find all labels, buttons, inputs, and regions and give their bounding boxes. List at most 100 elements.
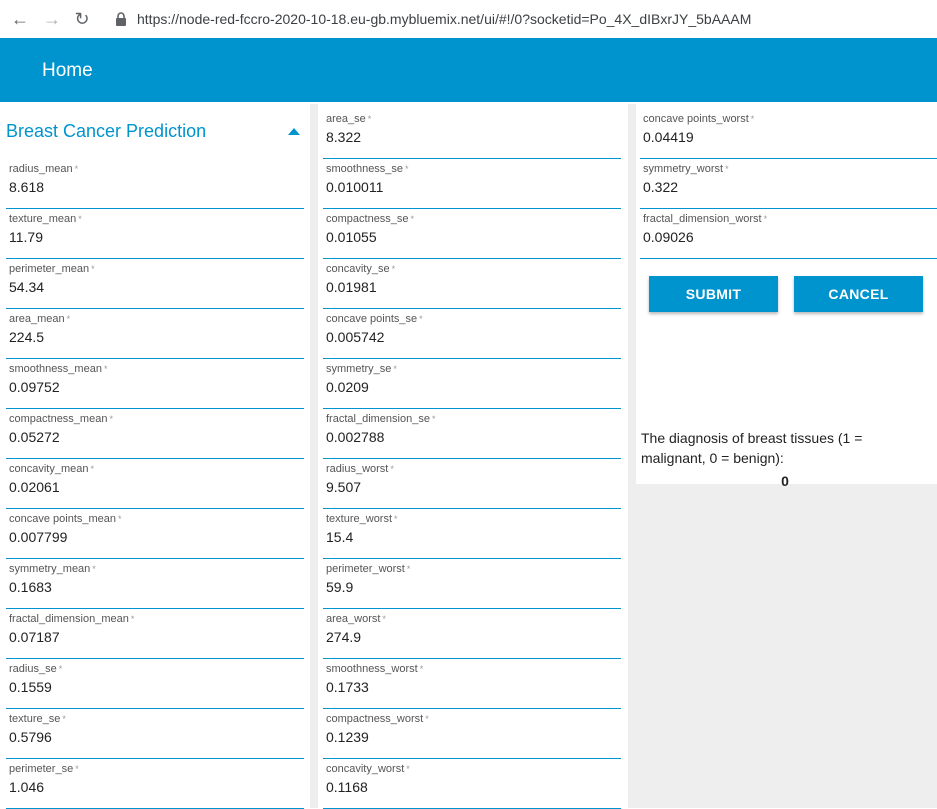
group-header[interactable]: Breast Cancer Prediction: [6, 118, 306, 144]
field-value[interactable]: 0.0209: [326, 379, 369, 395]
field-value[interactable]: 0.007799: [9, 529, 67, 545]
field-value[interactable]: 0.1683: [9, 579, 52, 595]
field-value[interactable]: 0.01055: [326, 229, 377, 245]
input-field-concave-points_worst[interactable]: concave points_worst * 0.04419: [640, 113, 937, 159]
input-field-symmetry_mean[interactable]: symmetry_mean * 0.1683: [6, 563, 304, 609]
field-label: fractal_dimension_worst *: [643, 213, 768, 225]
input-field-compactness_mean[interactable]: compactness_mean * 0.05272: [6, 413, 304, 459]
field-value[interactable]: 8.322: [326, 129, 361, 145]
field-label: area_worst *: [326, 613, 386, 625]
input-field-concave-points_se[interactable]: concave points_se * 0.005742: [323, 313, 621, 359]
field-value[interactable]: 224.5: [9, 329, 44, 345]
required-mark: *: [382, 614, 386, 624]
field-value[interactable]: 0.05272: [9, 429, 60, 445]
field-underline: [6, 508, 304, 509]
field-value[interactable]: 0.09026: [643, 229, 694, 245]
required-mark: *: [66, 314, 71, 324]
reload-icon[interactable]: ↻: [70, 7, 94, 31]
input-field-symmetry_se[interactable]: symmetry_se * 0.0209: [323, 363, 621, 409]
field-value[interactable]: 59.9: [326, 579, 353, 595]
input-field-radius_mean[interactable]: radius_mean * 8.618: [6, 163, 304, 209]
input-field-area_worst[interactable]: area_worst * 274.9: [323, 613, 621, 659]
required-mark: *: [58, 664, 63, 674]
required-mark: *: [725, 164, 729, 174]
field-value[interactable]: 0.07187: [9, 629, 60, 645]
field-label: concave points_worst *: [643, 113, 755, 125]
input-field-smoothness_worst[interactable]: smoothness_worst * 0.1733: [323, 663, 621, 709]
form-column-1: Breast Cancer Prediction radius_mean * 8.6…: [0, 104, 310, 809]
field-underline: [6, 258, 304, 259]
submit-button[interactable]: SUBMIT: [649, 276, 778, 312]
result-description: The diagnosis of breast tissues (1 = mal…: [641, 430, 863, 466]
required-mark: *: [425, 714, 429, 724]
required-mark: *: [419, 314, 423, 324]
field-underline: [640, 258, 937, 259]
input-field-smoothness_se[interactable]: smoothness_se * 0.010011: [323, 163, 621, 209]
required-mark: *: [109, 414, 113, 424]
input-field-area_mean[interactable]: area_mean * 224.5: [6, 313, 304, 359]
input-field-compactness_worst[interactable]: compactness_worst * 0.1239: [323, 713, 621, 759]
field-label: texture_se *: [9, 713, 66, 725]
page-title: Home: [42, 60, 93, 81]
required-mark: *: [118, 514, 122, 524]
required-mark: *: [90, 464, 95, 474]
forward-arrow-icon[interactable]: →: [40, 7, 64, 31]
input-field-smoothness_mean[interactable]: smoothness_mean * 0.09752: [6, 363, 304, 409]
field-value[interactable]: 274.9: [326, 629, 361, 645]
cancel-button[interactable]: CANCEL: [794, 276, 923, 312]
input-field-fractal_dimension_mean[interactable]: fractal_dimension_mean * 0.07187: [6, 613, 304, 659]
field-label: symmetry_mean *: [9, 563, 96, 575]
input-field-texture_worst[interactable]: texture_worst * 15.4: [323, 513, 621, 559]
field-value[interactable]: 0.010011: [326, 179, 383, 195]
required-mark: *: [406, 764, 410, 774]
field-label: symmetry_se *: [326, 363, 397, 375]
field-value[interactable]: 0.1559: [9, 679, 52, 695]
input-field-concave-points_mean[interactable]: concave points_mean * 0.007799: [6, 513, 304, 559]
input-field-perimeter_se[interactable]: perimeter_se * 1.046: [6, 763, 304, 809]
field-underline: [323, 658, 621, 659]
field-value[interactable]: 0.322: [643, 179, 678, 195]
input-field-concavity_mean[interactable]: concavity_mean * 0.02061: [6, 463, 304, 509]
field-value[interactable]: 1.046: [9, 779, 44, 795]
field-value[interactable]: 54.34: [9, 279, 44, 295]
input-field-fractal_dimension_worst[interactable]: fractal_dimension_worst * 0.09026: [640, 213, 937, 259]
required-mark: *: [74, 164, 79, 174]
field-underline: [6, 408, 304, 409]
input-field-texture_mean[interactable]: texture_mean * 11.79: [6, 213, 304, 259]
input-field-perimeter_mean[interactable]: perimeter_mean * 54.34: [6, 263, 304, 309]
field-value[interactable]: 0.02061: [9, 479, 60, 495]
input-field-texture_se[interactable]: texture_se * 0.5796: [6, 713, 304, 759]
field-value[interactable]: 8.618: [9, 179, 44, 195]
field-value[interactable]: 0.005742: [326, 329, 384, 345]
url-text[interactable]: https://node-red-fccro-2020-10-18.eu-gb.…: [137, 11, 751, 27]
input-field-fractal_dimension_se[interactable]: fractal_dimension_se * 0.002788: [323, 413, 621, 459]
field-label: compactness_se *: [326, 213, 415, 225]
input-field-area_se[interactable]: area_se * 8.322: [323, 113, 621, 159]
input-field-concavity_se[interactable]: concavity_se * 0.01981: [323, 263, 621, 309]
required-mark: *: [367, 114, 372, 124]
field-value[interactable]: 11.79: [9, 229, 43, 245]
field-label: texture_worst *: [326, 513, 398, 525]
field-label: concave points_se *: [326, 313, 423, 325]
field-value[interactable]: 0.09752: [9, 379, 60, 395]
field-label: fractal_dimension_se *: [326, 413, 436, 425]
required-mark: *: [763, 214, 768, 224]
required-mark: *: [750, 114, 755, 124]
input-field-radius_se[interactable]: radius_se * 0.1559: [6, 663, 304, 709]
input-field-symmetry_worst[interactable]: symmetry_worst * 0.322: [640, 163, 937, 209]
input-field-radius_worst[interactable]: radius_worst * 9.507: [323, 463, 621, 509]
field-value[interactable]: 0.1239: [326, 729, 369, 745]
collapse-caret-icon[interactable]: [288, 128, 300, 135]
back-arrow-icon[interactable]: ←: [8, 7, 32, 31]
field-value[interactable]: 0.1733: [326, 679, 369, 695]
field-value[interactable]: 0.01981: [326, 279, 377, 295]
input-field-concavity_worst[interactable]: concavity_worst * 0.1168: [323, 763, 621, 809]
field-value[interactable]: 0.002788: [326, 429, 384, 445]
field-value[interactable]: 9.507: [326, 479, 361, 495]
field-value[interactable]: 0.5796: [9, 729, 52, 745]
field-value[interactable]: 0.1168: [326, 779, 368, 795]
input-field-perimeter_worst[interactable]: perimeter_worst * 59.9: [323, 563, 621, 609]
input-field-compactness_se[interactable]: compactness_se * 0.01055: [323, 213, 621, 259]
field-value[interactable]: 0.04419: [643, 129, 694, 145]
field-value[interactable]: 15.4: [326, 529, 353, 545]
